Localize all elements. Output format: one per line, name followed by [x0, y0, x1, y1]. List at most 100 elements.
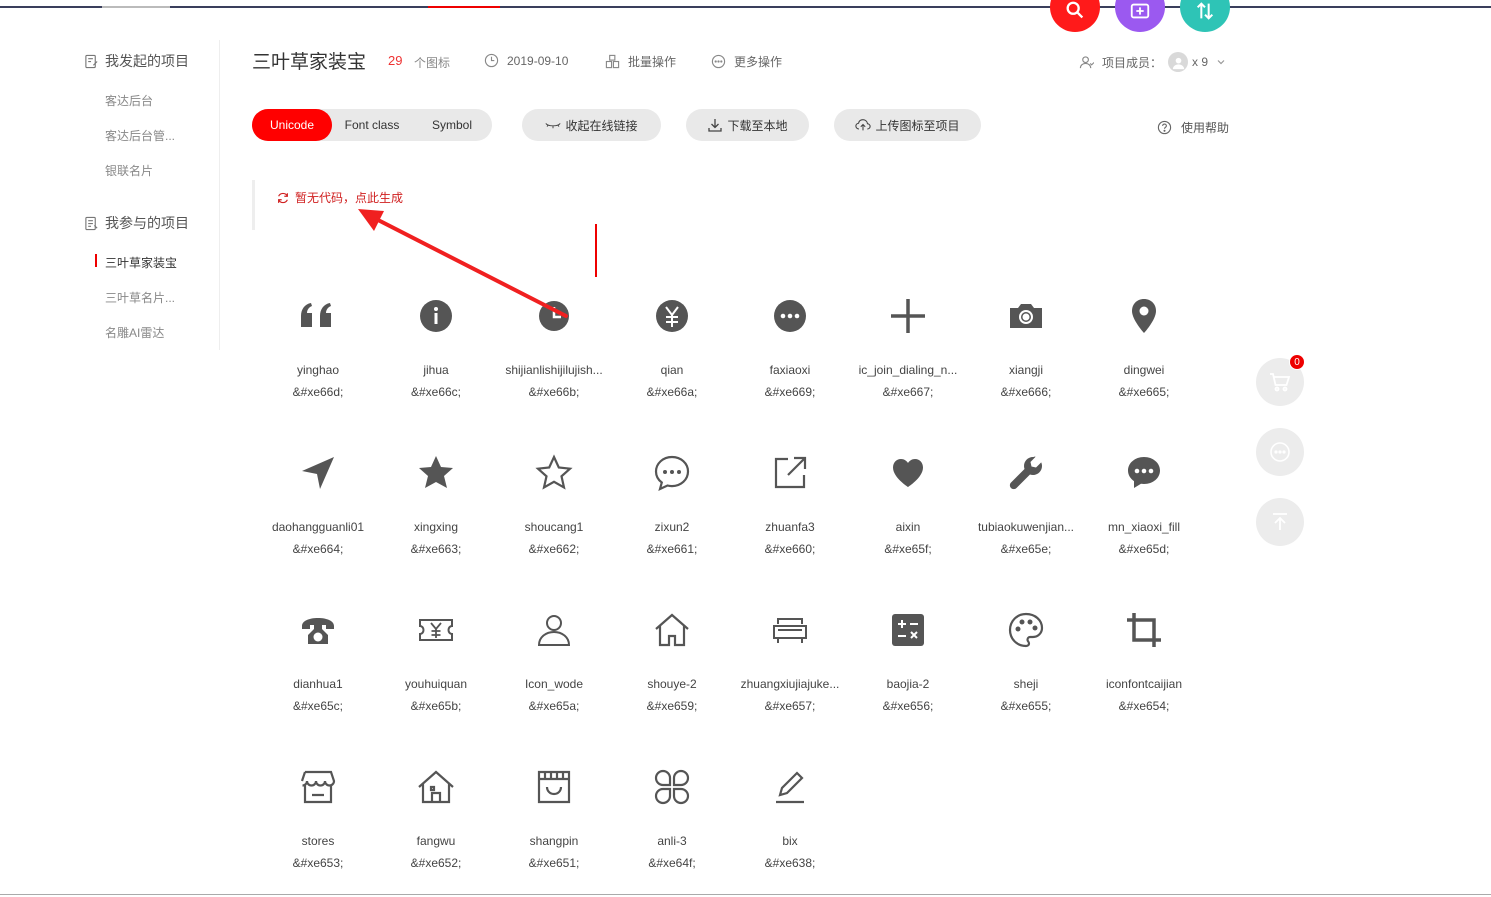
icon-unicode: &#xe65b;: [410, 699, 462, 713]
icon-name: shijianlishijilujish...: [505, 363, 603, 377]
icon-card[interactable]: yinghao &#xe66d;: [259, 285, 377, 442]
refresh-icon: [278, 192, 288, 203]
icon-name: xiangji: [1008, 363, 1044, 377]
icon-unicode: &#xe657;: [764, 699, 816, 713]
download-button[interactable]: 下载至本地: [686, 109, 809, 141]
icon-unicode: &#xe669;: [764, 385, 816, 399]
icon-unicode: &#xe663;: [410, 542, 462, 556]
icon-card[interactable]: youhuiquan &#xe65b;: [377, 599, 495, 756]
icon-card[interactable]: xiangji &#xe666;: [967, 285, 1085, 442]
icon-card[interactable]: jihua &#xe66c;: [377, 285, 495, 442]
icon-card[interactable]: tubiaokuwenjian... &#xe65e;: [967, 442, 1085, 599]
sidebar-item-joined-1[interactable]: 三叶草名片...: [105, 289, 175, 306]
icon-card[interactable]: zixun2 &#xe661;: [613, 442, 731, 599]
icon-card[interactable]: aixin &#xe65f;: [849, 442, 967, 599]
sidebar-heading-label: 我发起的项目: [105, 53, 189, 69]
icon-name: faxiaoxi: [769, 363, 811, 377]
tab-unicode[interactable]: Unicode: [252, 109, 332, 141]
icon-card[interactable]: Icon_wode &#xe65a;: [495, 599, 613, 756]
add-fab[interactable]: [1115, 0, 1165, 32]
store-icon: [288, 756, 348, 818]
icon-name: tubiaokuwenjian...: [977, 520, 1075, 534]
back-to-top-button[interactable]: [1256, 498, 1304, 546]
collapse-link-button[interactable]: 收起在线链接: [522, 109, 661, 141]
icon-name: youhuiquan: [404, 677, 468, 691]
icon-card[interactable]: stores &#xe653;: [259, 756, 377, 897]
user-icon: [1172, 57, 1184, 69]
icon-card[interactable]: zhuangxiujiajuke... &#xe657;: [731, 599, 849, 756]
project-members[interactable]: 项目成员： x 9: [1079, 52, 1226, 72]
avatar: [1168, 52, 1189, 72]
icon-card[interactable]: qian &#xe66a;: [613, 285, 731, 442]
icon-name: ic_join_dialing_n...: [858, 363, 958, 377]
icon-card[interactable]: shijianlishijilujish... &#xe66b;: [495, 285, 613, 442]
upload-button[interactable]: 上传图标至项目: [834, 109, 981, 141]
icon-name: baojia-2: [886, 677, 930, 691]
icon-card[interactable]: bix &#xe638;: [731, 756, 849, 897]
icon-card[interactable]: faxiaoxi &#xe669;: [731, 285, 849, 442]
icon-card[interactable]: ic_join_dialing_n... &#xe667;: [849, 285, 967, 442]
icon-unicode: &#xe652;: [410, 856, 462, 870]
more-ops-button[interactable]: 更多操作: [711, 53, 782, 70]
wrench-icon: [996, 442, 1056, 504]
icon-name: shangpin: [529, 834, 579, 848]
tab-symbol[interactable]: Symbol: [412, 109, 492, 141]
sidebar-item-created-1[interactable]: 客达后台管...: [105, 127, 175, 144]
icon-name: shouye-2: [647, 677, 697, 691]
help-label: 使用帮助: [1181, 121, 1230, 135]
tab-font-class[interactable]: Font class: [332, 109, 412, 141]
icon-card[interactable]: fangwu &#xe652;: [377, 756, 495, 897]
chat-float-button[interactable]: [1256, 428, 1304, 476]
sidebar-heading-label: 我参与的项目: [105, 215, 189, 231]
icon-card[interactable]: mn_xiaoxi_fill &#xe65d;: [1085, 442, 1203, 599]
icon-card[interactable]: shangpin &#xe651;: [495, 756, 613, 897]
code-box-border: [252, 180, 255, 230]
icon-card[interactable]: shouye-2 &#xe659;: [613, 599, 731, 756]
icon-unicode: &#xe64f;: [648, 856, 696, 870]
cart-badge: 0: [1289, 354, 1305, 370]
page: 我发起的项目 客达后台 客达后台管... 银联名片 我参与的项目 三叶草家装宝 …: [0, 0, 1491, 897]
icon-card[interactable]: baojia-2 &#xe656;: [849, 599, 967, 756]
navigation-arrow-icon: [288, 442, 348, 504]
icon-name: jihua: [423, 363, 449, 377]
sidebar-item-joined-2[interactable]: 名雕AI雷达: [105, 324, 164, 341]
sidebar-item-created-0[interactable]: 客达后台: [105, 92, 153, 109]
search-icon: [1066, 1, 1084, 19]
icon-name: iconfontcaijian: [1105, 677, 1183, 691]
search-fab[interactable]: [1050, 0, 1100, 32]
coupon-icon: [406, 599, 466, 661]
icon-card[interactable]: dingwei &#xe665;: [1085, 285, 1203, 442]
sidebar-item-joined-0[interactable]: 三叶草家装宝: [105, 254, 177, 271]
icon-name: daohangguanli01: [271, 520, 365, 534]
collapse-link-label: 收起在线链接: [565, 118, 638, 133]
chat-bubble-icon: [642, 442, 702, 504]
batch-ops-button[interactable]: 批量操作: [605, 53, 676, 70]
sort-arrows-icon: [1196, 2, 1214, 20]
heart-icon: [878, 442, 938, 504]
icon-card[interactable]: sheji &#xe655;: [967, 599, 1085, 756]
help-link[interactable]: 使用帮助: [1157, 119, 1229, 136]
icon-card[interactable]: anli-3 &#xe64f;: [613, 756, 731, 897]
bottom-border: [0, 894, 1491, 895]
add-box-icon: [1130, 3, 1150, 19]
icon-card[interactable]: iconfontcaijian &#xe654;: [1085, 599, 1203, 756]
quote-icon: [288, 285, 348, 347]
icon-card[interactable]: daohangguanli01 &#xe664;: [259, 442, 377, 599]
icon-name: dianhua1: [293, 677, 343, 691]
icon-unicode: &#xe656;: [882, 699, 934, 713]
icon-card[interactable]: dianhua1 &#xe65c;: [259, 599, 377, 756]
sort-fab[interactable]: [1180, 0, 1230, 32]
upload-label: 上传图标至项目: [875, 118, 960, 133]
generate-code-link[interactable]: 暂无代码，点此生成: [276, 189, 403, 206]
project-date-text: 2019-09-10: [507, 53, 569, 68]
sidebar-item-created-2[interactable]: 银联名片: [105, 162, 153, 179]
icon-unicode: &#xe65f;: [884, 542, 932, 556]
icon-name: stores: [301, 834, 335, 848]
icon-card[interactable]: zhuanfa3 &#xe660;: [731, 442, 849, 599]
calculator-icon: [878, 599, 938, 661]
icon-unicode: &#xe66d;: [292, 385, 344, 399]
icon-card[interactable]: xingxing &#xe663;: [377, 442, 495, 599]
icon-card[interactable]: shoucang1 &#xe662;: [495, 442, 613, 599]
icon-name: mn_xiaoxi_fill: [1107, 520, 1181, 534]
plus-icon: [878, 285, 938, 347]
